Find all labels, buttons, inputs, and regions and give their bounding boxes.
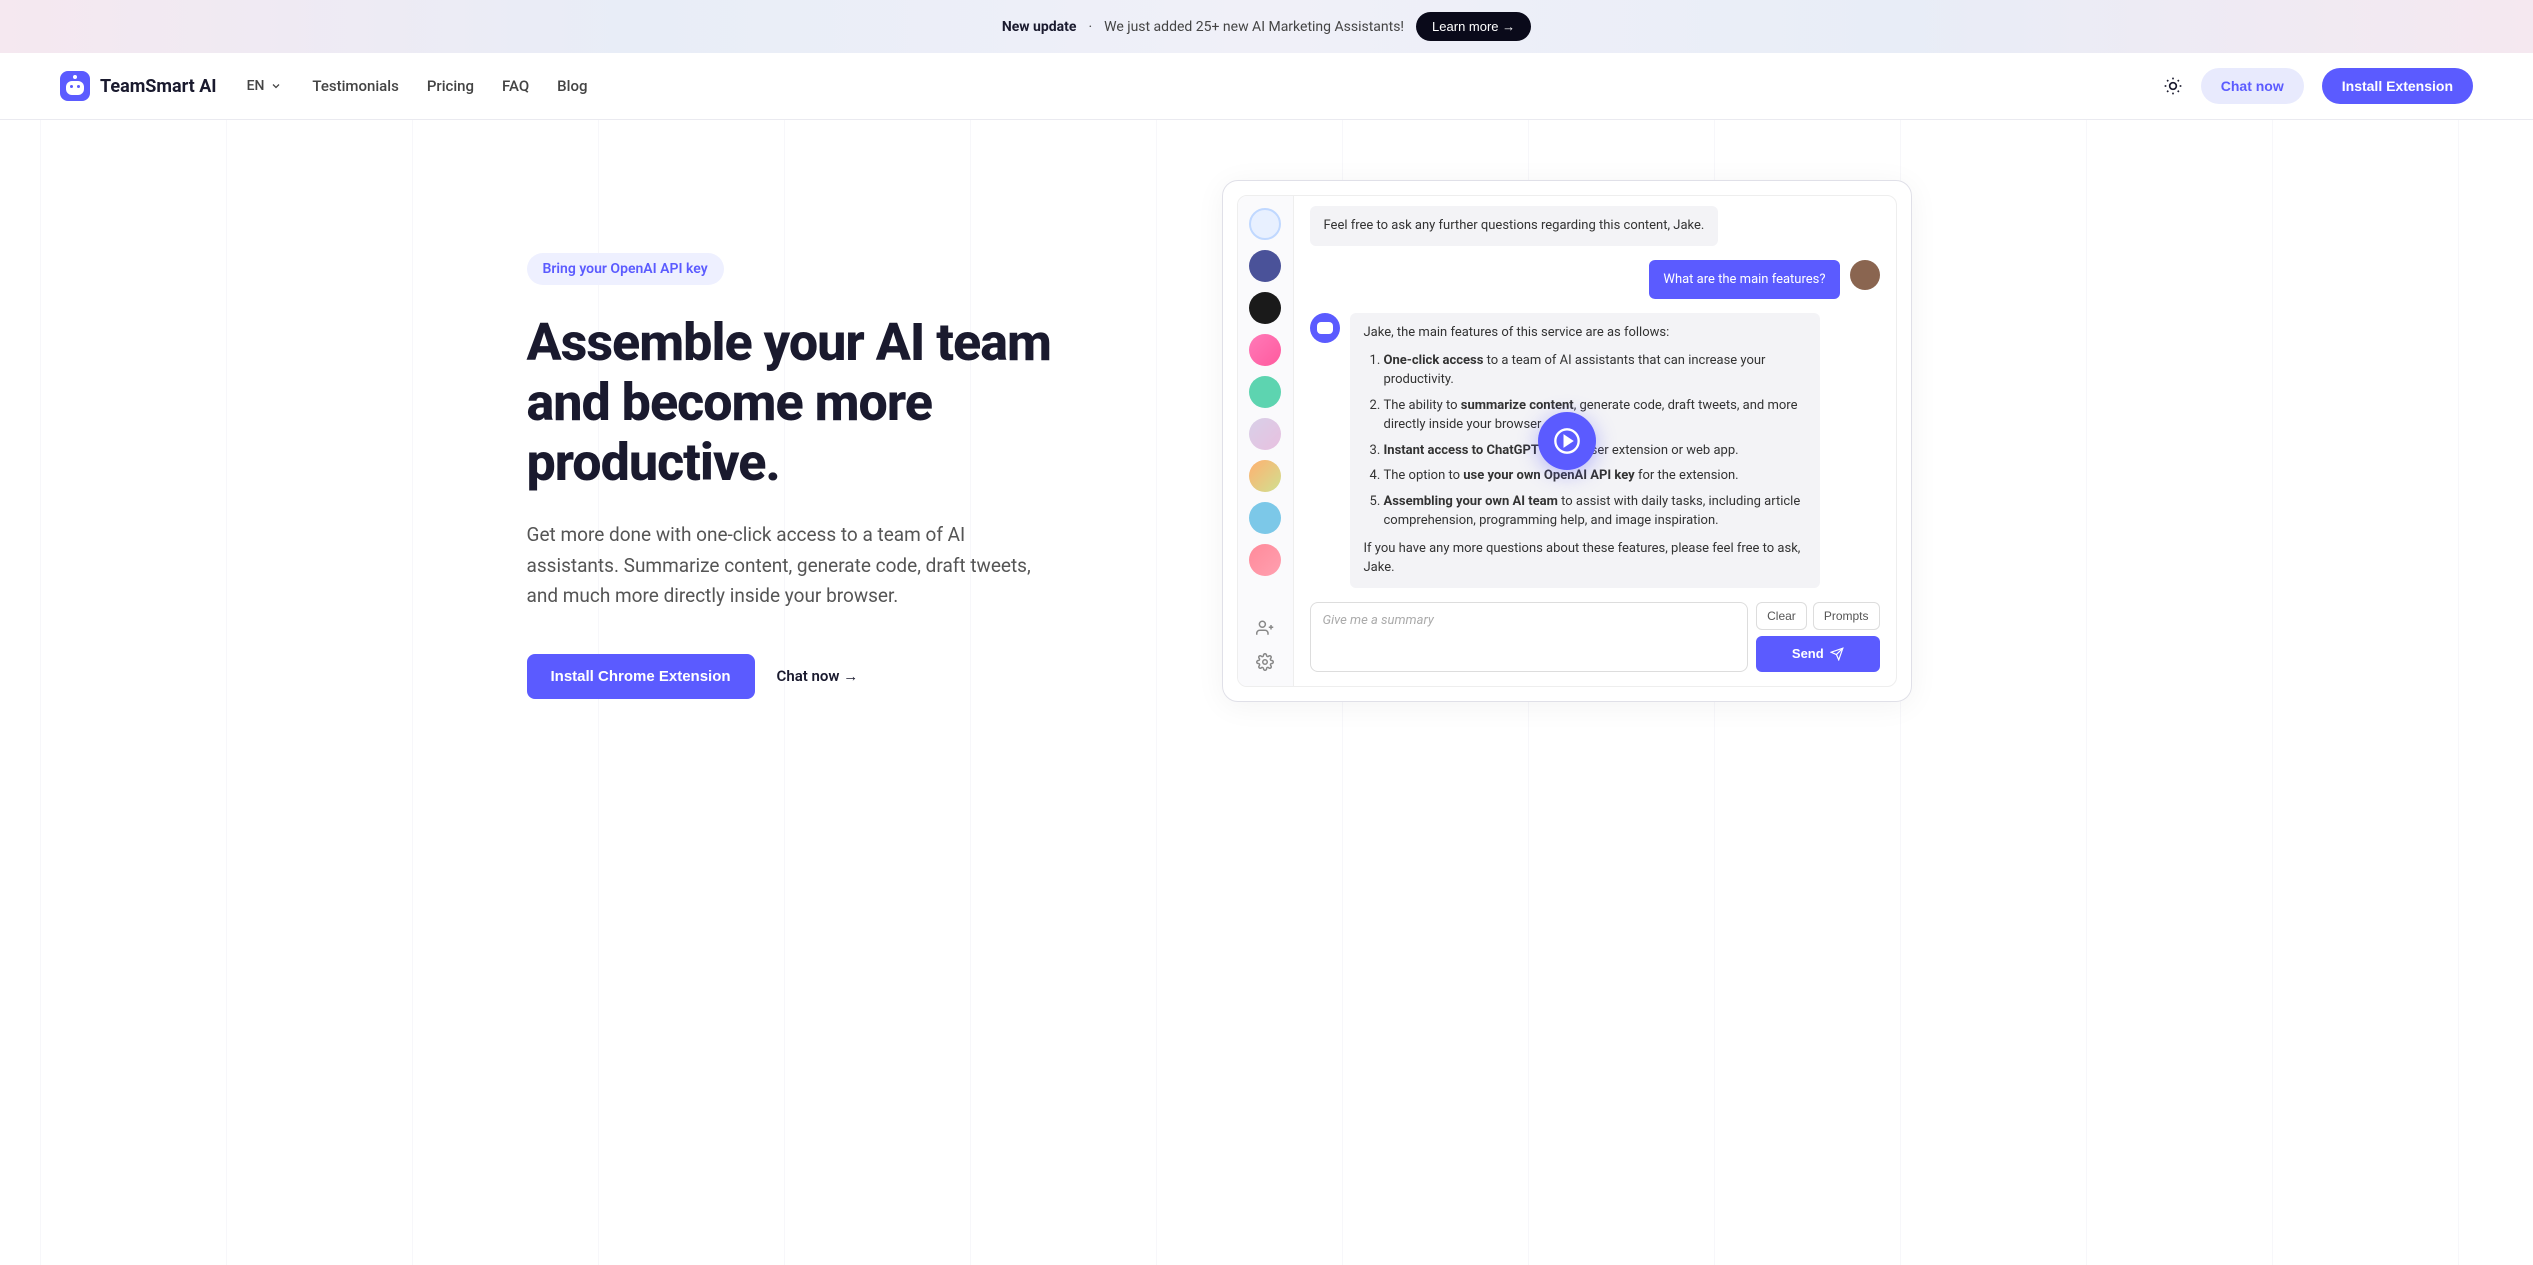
user-message: What are the main features? <box>1649 260 1839 300</box>
prompts-button[interactable]: Prompts <box>1813 602 1880 630</box>
gear-icon[interactable] <box>1253 650 1277 674</box>
assistant-avatar-8[interactable] <box>1249 502 1281 534</box>
chat-input[interactable] <box>1310 602 1749 672</box>
main-nav: TeamSmart AI EN Testimonials Pricing FAQ… <box>0 53 2533 120</box>
learn-more-button[interactable]: Learn more → <box>1416 12 1531 41</box>
play-button[interactable] <box>1538 412 1596 470</box>
hero-section: Bring your OpenAI API key Assemble your … <box>467 120 2067 762</box>
user-avatar <box>1850 260 1880 290</box>
msg2-intro: Jake, the main features of this service … <box>1364 323 1806 343</box>
msg2-outro: If you have any more questions about the… <box>1364 539 1806 578</box>
assistant-avatar-5[interactable] <box>1249 376 1281 408</box>
chat-now-nav-button[interactable]: Chat now <box>2201 68 2304 104</box>
brand-name: TeamSmart AI <box>100 76 217 97</box>
nav-blog[interactable]: Blog <box>557 77 587 95</box>
send-button[interactable]: Send <box>1756 636 1879 672</box>
api-key-badge: Bring your OpenAI API key <box>527 253 724 285</box>
send-label: Send <box>1792 646 1824 661</box>
announcement-banner: New update · We just added 25+ new AI Ma… <box>0 0 2533 53</box>
assistant-avatar-3[interactable] <box>1249 292 1281 324</box>
assistant-avatar-6[interactable] <box>1249 418 1281 450</box>
assistant-reply-avatar <box>1310 313 1340 343</box>
clear-button[interactable]: Clear <box>1756 602 1807 630</box>
chat-now-link[interactable]: Chat now → <box>777 667 859 685</box>
banner-message: We just added 25+ new AI Marketing Assis… <box>1104 19 1404 35</box>
hero-title: Assemble your AI team and become more pr… <box>527 313 1087 492</box>
feature-item: Assembling your own AI team to assist wi… <box>1384 492 1806 531</box>
logo-link[interactable]: TeamSmart AI <box>60 71 217 101</box>
banner-separator: · <box>1088 19 1092 35</box>
logo-icon <box>60 71 90 101</box>
language-label: EN <box>247 78 265 94</box>
assistant-avatar-9[interactable] <box>1249 544 1281 576</box>
language-selector[interactable]: EN <box>247 78 283 94</box>
chevron-down-icon <box>270 80 282 92</box>
feature-item: One-click access to a team of AI assista… <box>1384 351 1806 390</box>
nav-testimonials[interactable]: Testimonials <box>312 77 398 95</box>
install-chrome-button[interactable]: Install Chrome Extension <box>527 654 755 699</box>
chat-preview-card: Feel free to ask any further questions r… <box>1222 180 1912 702</box>
hero-subtitle: Get more done with one-click access to a… <box>527 520 1047 611</box>
assistant-message-1: Feel free to ask any further questions r… <box>1310 206 1719 246</box>
play-icon <box>1553 427 1581 455</box>
nav-pricing[interactable]: Pricing <box>427 77 474 95</box>
feature-item: The ability to summarize content, genera… <box>1384 396 1806 435</box>
assistant-avatar-7[interactable] <box>1249 460 1281 492</box>
add-user-icon[interactable] <box>1253 616 1277 640</box>
install-nav-button[interactable]: Install Extension <box>2322 68 2473 104</box>
banner-bold: New update <box>1002 19 1077 35</box>
assistant-sidebar <box>1238 196 1294 686</box>
assistant-avatar-2[interactable] <box>1249 250 1281 282</box>
send-icon <box>1830 647 1844 661</box>
feature-item: The option to use your own OpenAI API ke… <box>1384 466 1806 486</box>
nav-faq[interactable]: FAQ <box>502 77 529 95</box>
assistant-avatar-1[interactable] <box>1249 208 1281 240</box>
assistant-avatar-4[interactable] <box>1249 334 1281 366</box>
sun-icon[interactable] <box>2163 76 2183 96</box>
